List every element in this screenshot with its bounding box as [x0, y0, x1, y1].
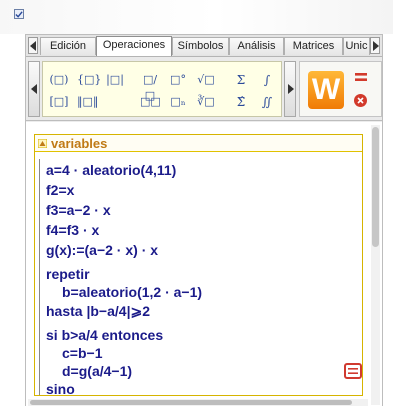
code-line[interactable]: b=aleatorio(1,2 · a−1) — [62, 283, 202, 301]
superscript-button[interactable]: □° — [168, 72, 188, 88]
tab-simbolos[interactable]: Símbolos — [172, 37, 229, 55]
code-line[interactable]: c=b−1 — [62, 344, 102, 362]
brackets-button[interactable]: [□] — [49, 94, 69, 110]
insert-menu-icon[interactable] — [344, 363, 362, 379]
horizontal-scrollbar[interactable] — [28, 399, 368, 406]
code-line[interactable]: d=g(a/4−1) — [62, 362, 132, 380]
tab-matrices[interactable]: Matrices — [284, 37, 343, 55]
wiris-logo: W — [308, 71, 344, 109]
tab-scroll-left-icon[interactable] — [28, 37, 38, 54]
product-button[interactable]: Σ̂ — [231, 94, 251, 110]
tab-bar: Edición Operaciones Símbolos Análisis Ma… — [26, 35, 382, 57]
collapse-triangle-icon[interactable] — [38, 139, 47, 148]
vertical-scrollbar[interactable] — [371, 125, 380, 405]
keyword-sino[interactable]: sino — [46, 380, 75, 395]
code-line[interactable]: f2=x — [46, 181, 74, 199]
tab-scroll-right-icon[interactable] — [370, 37, 380, 54]
nth-root-button[interactable]: ∛□ — [196, 94, 216, 110]
keyword-repetir[interactable]: repetir — [46, 265, 90, 283]
block-header: variables — [35, 135, 362, 152]
palette-scroll-left-icon[interactable] — [28, 61, 40, 117]
code-line[interactable]: f4=f3 · x — [46, 221, 99, 239]
code-line[interactable]: a=4 · aleatorio(4,11) — [46, 161, 176, 179]
calculate-icon[interactable] — [354, 70, 368, 84]
tab-edicion[interactable]: Edición — [40, 37, 96, 55]
document-area[interactable]: variables a=4 · aleatorio(4,11) f2=x f3=… — [26, 122, 382, 407]
vertical-scroll-thumb[interactable] — [372, 127, 379, 247]
wiris-editor-window: Edición Operaciones Símbolos Análisis Ma… — [25, 34, 383, 407]
braces-button[interactable]: {□} — [77, 72, 101, 88]
palette-scroll-right-icon[interactable] — [284, 61, 296, 117]
checkbox-icon[interactable] — [14, 9, 24, 19]
tab-unidades[interactable]: Unic — [343, 37, 370, 55]
double-integral-button[interactable]: ∬ — [257, 94, 277, 110]
code-line[interactable]: f3=a−2 · x — [46, 201, 111, 219]
operations-toolbar: (□) {□} |□| □/□ □° √□ Σ ∫ [□] ‖□‖ □□ □ₙ … — [26, 57, 382, 121]
keyword-si[interactable]: si b>a/4 entonces — [46, 326, 163, 344]
norm-button[interactable]: ‖□‖ — [77, 94, 98, 110]
integral-button[interactable]: ∫ — [257, 72, 277, 88]
variables-block: variables a=4 · aleatorio(4,11) f2=x f3=… — [34, 134, 363, 396]
juxtaposition-button[interactable]: □□ — [140, 94, 161, 110]
wiris-logo-area: W — [299, 61, 382, 117]
code-block[interactable]: a=4 · aleatorio(4,11) f2=x f3=a−2 · x f4… — [39, 159, 339, 395]
code-line[interactable]: g(x):=(a−2 · x) · x — [46, 241, 158, 259]
fraction-button[interactable]: □/□ — [140, 72, 160, 102]
top-bar — [0, 0, 393, 34]
parentheses-button[interactable]: (□) — [49, 72, 69, 88]
keyword-hasta[interactable]: hasta |b−a/4|⩾2 — [46, 302, 150, 320]
operations-palette: (□) {□} |□| □/□ □° √□ Σ ∫ [□] ‖□‖ □□ □ₙ … — [42, 61, 282, 117]
square-root-button[interactable]: √□ — [196, 72, 216, 88]
tab-operaciones[interactable]: Operaciones — [96, 36, 172, 56]
close-icon[interactable] — [354, 94, 367, 107]
absolute-value-button[interactable]: |□| — [105, 72, 125, 88]
subscript-button[interactable]: □ₙ — [168, 94, 188, 110]
tab-analisis[interactable]: Análisis — [229, 37, 284, 55]
sum-button[interactable]: Σ — [231, 72, 251, 88]
horizontal-scroll-thumb[interactable] — [30, 400, 352, 405]
block-title: variables — [51, 136, 108, 151]
